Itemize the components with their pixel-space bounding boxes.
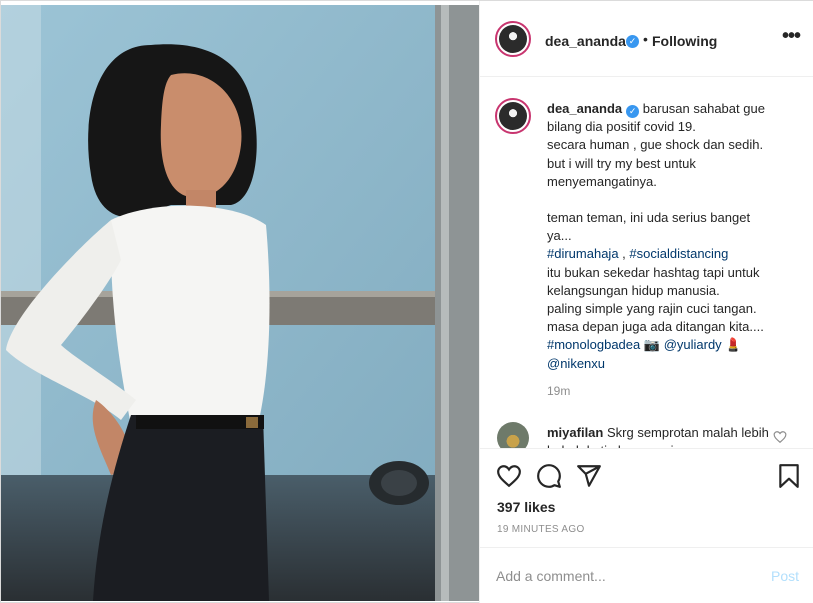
following-button[interactable]: Following bbox=[652, 33, 717, 49]
caption-line-11: paling simple yang rajin cuci tangan. bbox=[547, 301, 757, 317]
comment-text: miyafilan Skrg semprotan malah lebih bah… bbox=[547, 424, 777, 448]
camera-emoji-icon: 📷 bbox=[643, 337, 661, 353]
caption-time-ago[interactable]: 19m bbox=[547, 384, 570, 398]
caption-line-10: kelangsungan hidup manusia. bbox=[547, 282, 720, 298]
caption-line-2: secara human , gue shock dan sedih. bbox=[547, 137, 764, 153]
caption-line-12: masa depan juga ada ditangan kita.... bbox=[547, 319, 764, 335]
more-options-icon[interactable]: ••• bbox=[778, 26, 804, 49]
lipstick-emoji-icon: 💄 bbox=[725, 337, 742, 353]
caption-author-username[interactable]: dea_ananda bbox=[547, 101, 622, 116]
commenter-username[interactable]: miyafilan bbox=[547, 425, 603, 440]
caption-line-7: ya... bbox=[547, 228, 572, 244]
comment-like-heart-icon[interactable] bbox=[773, 430, 787, 444]
commenter-avatar[interactable] bbox=[497, 422, 529, 448]
mention-link[interactable]: @yuliardy bbox=[664, 337, 722, 352]
header-separator: • bbox=[643, 31, 648, 47]
post-details-panel: dea_ananda ✓ • Following ••• dea_ananda ✓… bbox=[479, 1, 813, 603]
caption-line-6: teman teman, ini uda serius banget bbox=[547, 210, 751, 226]
comments-area[interactable]: dea_ananda ✓ barusan sahabat gue bilang d… bbox=[480, 78, 813, 448]
caption-verified-badge-icon: ✓ bbox=[626, 105, 640, 118]
author-username[interactable]: dea_ananda bbox=[545, 33, 626, 49]
caption-text: dea_ananda ✓ barusan sahabat gue bilang d… bbox=[547, 100, 802, 373]
comment-item: miyafilan Skrg semprotan malah lebih bah… bbox=[480, 418, 813, 448]
caption-line-4: menyemangatinya. bbox=[547, 173, 657, 189]
mention-link[interactable]: @nikenxu bbox=[547, 356, 605, 371]
comment-icon[interactable] bbox=[536, 463, 562, 489]
hashtag-link[interactable]: #socialdistancing bbox=[629, 246, 728, 261]
hashtag-link[interactable]: #monologbadea bbox=[547, 337, 640, 352]
likes-count[interactable]: 397 likes bbox=[497, 499, 555, 515]
caption-hashtag-line: #dirumahaja , #socialdistancing bbox=[547, 246, 729, 262]
posted-time[interactable]: 19 MINUTES AGO bbox=[497, 524, 585, 535]
caption-line-0: dea_ananda ✓ barusan sahabat gue bbox=[547, 100, 802, 118]
author-avatar[interactable] bbox=[495, 21, 531, 57]
caption-line-3: but i will try my best untuk bbox=[547, 155, 696, 171]
bookmark-icon[interactable] bbox=[776, 463, 802, 489]
caption-credits-line: #monologbadea 📷 @yuliardy 💄 bbox=[547, 336, 802, 354]
caption-line-1: bilang dia positif covid 19. bbox=[547, 119, 696, 135]
woman-in-white-shirt-image bbox=[1, 5, 479, 601]
caption-line-9: itu bukan sekedar hashtag tapi untuk bbox=[547, 264, 760, 280]
heart-icon[interactable] bbox=[496, 463, 522, 489]
add-comment-input[interactable] bbox=[496, 566, 736, 586]
caption-author-avatar[interactable] bbox=[495, 98, 531, 134]
caption-mention-line: @nikenxu bbox=[547, 355, 802, 373]
hashtag-link[interactable]: #dirumahaja bbox=[547, 246, 619, 261]
post-comment-button[interactable]: Post bbox=[771, 568, 799, 584]
post-photo[interactable] bbox=[1, 5, 479, 601]
post-modal: dea_ananda ✓ • Following ••• dea_ananda ✓… bbox=[0, 0, 813, 603]
post-header: dea_ananda ✓ • Following ••• bbox=[480, 1, 813, 77]
verified-badge-icon: ✓ bbox=[626, 35, 639, 48]
caption-line-text: barusan sahabat gue bbox=[642, 101, 765, 116]
share-icon[interactable] bbox=[576, 463, 602, 489]
add-comment-bar: Post bbox=[480, 547, 813, 603]
